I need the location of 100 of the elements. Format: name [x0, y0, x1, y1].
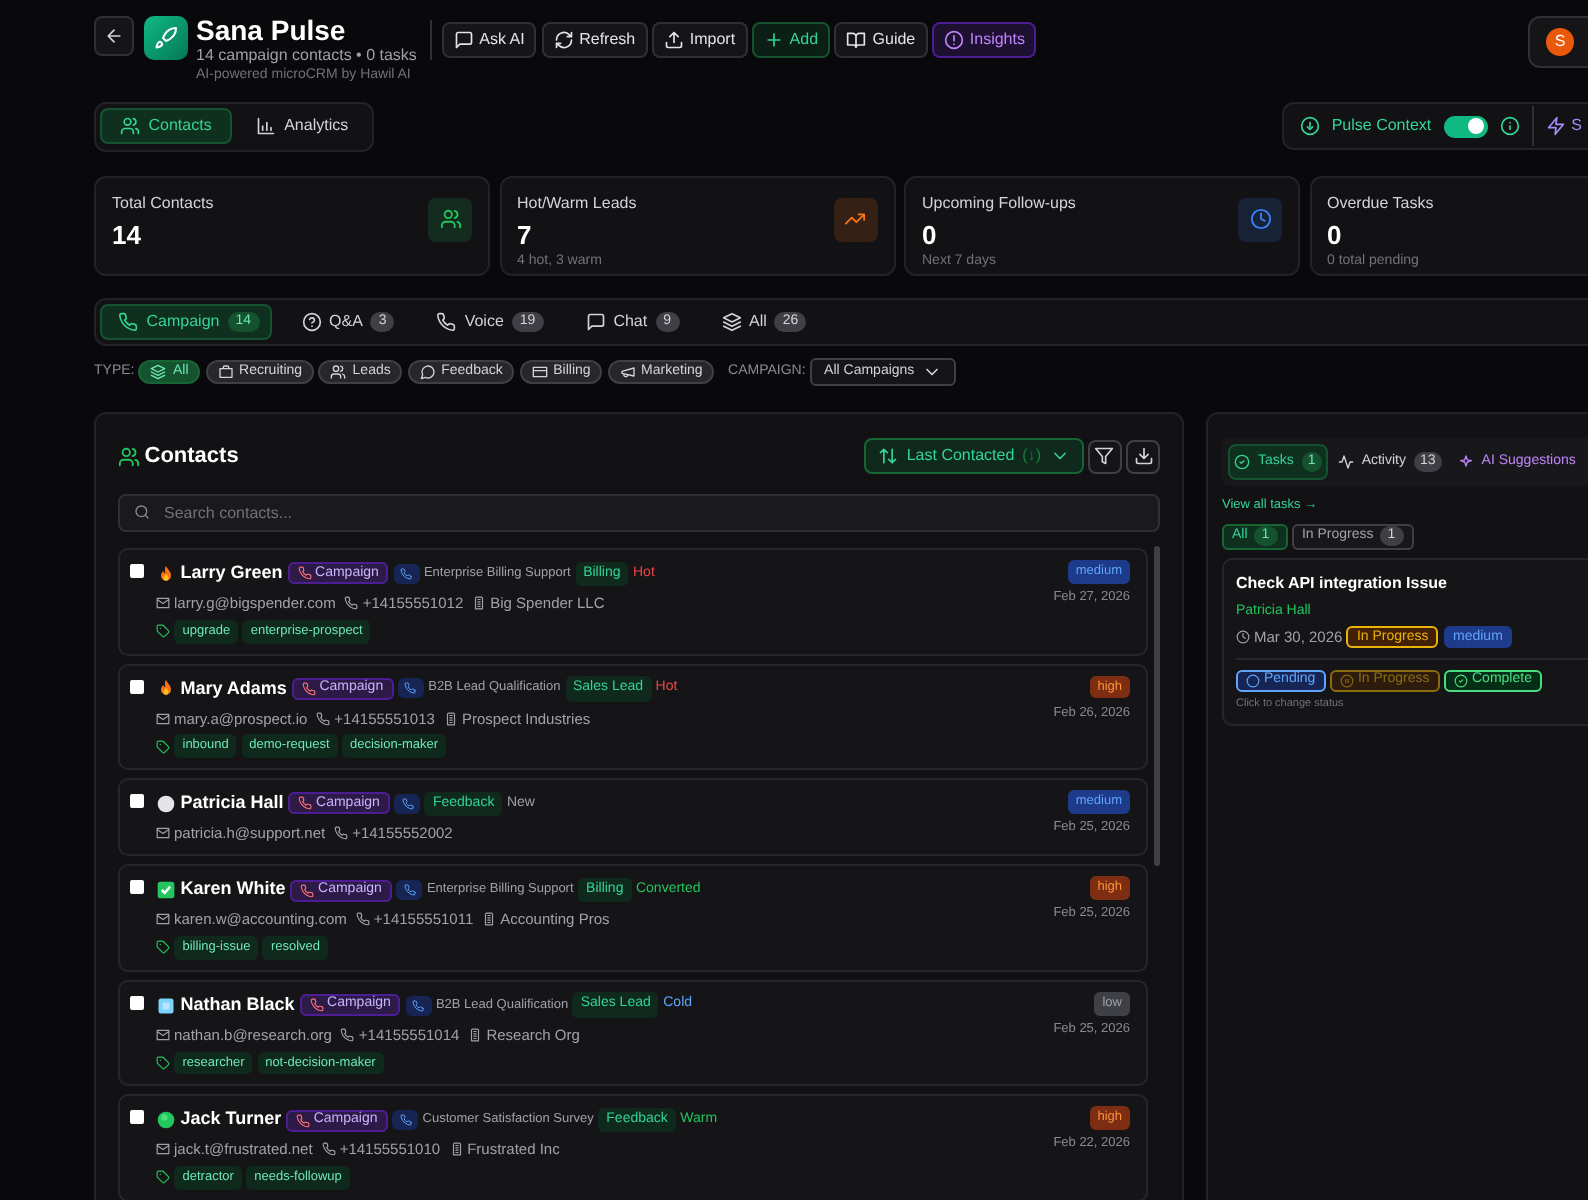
sparkle-icon [1457, 454, 1474, 470]
help-icon [301, 311, 322, 332]
megaphone-icon [619, 364, 636, 380]
phone-icon [355, 912, 370, 927]
stat-label: Hot/Warm Leads [517, 191, 639, 215]
phone-icon [301, 681, 316, 696]
phone-icon [344, 596, 359, 611]
phone-icon [393, 563, 420, 584]
users-icon [330, 364, 347, 380]
contact-name: Mary Adams [180, 675, 287, 702]
rocket-icon [153, 26, 177, 50]
stat-value: 14 [112, 219, 143, 251]
toolbar-button[interactable]: Guide [834, 22, 928, 59]
toolbar-button[interactable]: Insights [931, 22, 1037, 59]
mail-icon [156, 1027, 170, 1042]
phone-icon [298, 796, 313, 811]
toolbar-button[interactable]: Import [651, 22, 748, 59]
mail-icon [156, 711, 170, 726]
phone-icon [405, 995, 432, 1015]
activity-icon [1337, 454, 1354, 470]
contact-name: Nathan Black [180, 991, 295, 1018]
tag-icon [156, 739, 170, 754]
phone-icon [300, 883, 315, 897]
profile-button[interactable]: S [1528, 16, 1588, 68]
contact-name: Larry Green [180, 560, 283, 586]
phone-icon [321, 1142, 336, 1157]
phone-icon [340, 1027, 355, 1042]
phone-icon [118, 311, 139, 332]
stat-value: 0 [1327, 219, 1344, 251]
stat-value: 0 [922, 219, 939, 251]
filter-icon [1094, 446, 1115, 466]
contact-name: Patricia Hall [180, 790, 284, 816]
chat-icon [585, 311, 606, 332]
layers-icon [721, 311, 742, 332]
contact-name: Jack Turner [180, 1106, 282, 1133]
book-icon [846, 30, 867, 51]
download-button[interactable] [1126, 439, 1160, 473]
credit-card-icon [531, 364, 548, 380]
pulse-context-label: Pulse Context [1331, 114, 1432, 139]
tag-icon [156, 1055, 170, 1070]
mail-icon [156, 596, 170, 611]
row-checkbox[interactable] [130, 564, 144, 578]
phone-icon [295, 1113, 310, 1127]
app-title: Sana Pulse [196, 16, 348, 46]
speech-bubble-icon [419, 364, 436, 380]
sort-direction: (↓) [1022, 444, 1041, 468]
mail-icon [156, 912, 170, 927]
phone-icon [316, 711, 331, 726]
chat-icon [453, 30, 474, 51]
toolbar-button[interactable]: Add [751, 22, 831, 59]
avatar: S [1546, 28, 1574, 56]
briefcase-icon [217, 364, 234, 380]
view-tab[interactable]: Contacts [100, 108, 232, 145]
upload-icon [663, 30, 684, 51]
lightning-icon [1545, 116, 1566, 137]
stat-label: Overdue Tasks [1327, 191, 1436, 215]
row-checkbox[interactable] [130, 880, 144, 895]
sort-icon [878, 446, 899, 466]
sync-button[interactable]: S [1545, 114, 1582, 139]
users-icon [118, 445, 140, 467]
download-icon [1133, 446, 1153, 466]
phone-icon [392, 1110, 419, 1130]
search-field[interactable]: Search contacts... [118, 494, 1160, 532]
view-tab[interactable]: Analytics [236, 108, 369, 145]
refresh-icon [553, 30, 574, 51]
row-checkbox[interactable] [130, 679, 144, 693]
plus-icon [763, 30, 784, 51]
phone-icon [394, 793, 421, 814]
stat-label: Upcoming Follow-ups [922, 191, 1078, 215]
app-subtitle: 14 campaign contacts • 0 tasks [196, 46, 417, 66]
contact-name: Karen White [180, 876, 286, 903]
row-checkbox[interactable] [130, 1110, 144, 1125]
stat-value: 7 [517, 219, 534, 251]
filter-button[interactable] [1087, 439, 1122, 473]
mail-icon [156, 826, 170, 841]
bar-chart-icon [256, 116, 277, 137]
row-checkbox[interactable] [130, 794, 144, 808]
back-button[interactable] [94, 16, 134, 56]
clock-icon [1236, 630, 1250, 645]
phone-icon [397, 678, 424, 699]
row-checkbox[interactable] [130, 995, 144, 1010]
toolbar-button[interactable]: Ask AI [441, 22, 537, 59]
task-title: Check API integration Issue [1236, 572, 1450, 597]
info-icon [1499, 116, 1520, 137]
tag-icon [156, 624, 170, 639]
sort-dropdown[interactable]: Last Contacted (↓) [864, 438, 1083, 474]
phone-icon [297, 566, 312, 581]
layers-icon [150, 364, 167, 380]
toolbar-button[interactable]: Refresh [541, 22, 648, 59]
contacts-title: Contacts [144, 441, 239, 472]
search-icon [134, 504, 150, 520]
back-arrow-icon [104, 26, 124, 46]
scrollbar[interactable] [1154, 546, 1160, 866]
tag-icon [156, 1170, 170, 1185]
phone-icon [396, 880, 423, 900]
tag-icon [156, 940, 170, 955]
phone-icon [334, 826, 349, 841]
users-icon [120, 116, 141, 137]
phone-icon [309, 998, 324, 1012]
pulse-context-toggle[interactable] [1443, 115, 1488, 138]
